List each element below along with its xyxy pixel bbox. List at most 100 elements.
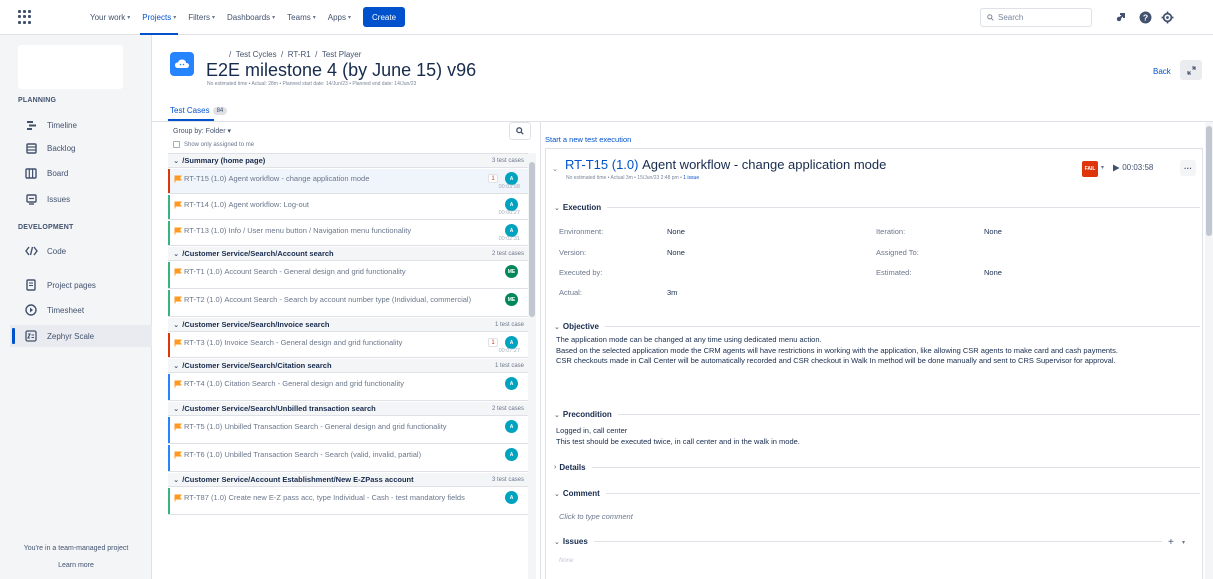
checkbox[interactable] — [173, 141, 180, 148]
test-case-row[interactable]: RT-T15 (1.0) Agent workflow - change app… — [168, 169, 528, 194]
nav-projects[interactable]: Projects ▾ — [136, 0, 182, 35]
sidebar-item-issues[interactable]: Issues — [10, 188, 152, 210]
search-input[interactable]: Search — [980, 8, 1092, 27]
start-new-execution-link[interactable]: Start a new test execution — [545, 135, 631, 144]
environment-value[interactable]: None — [667, 227, 685, 236]
status-bar — [168, 333, 170, 357]
sidebar-item-zephyr-scale[interactable]: Zephyr Scale — [10, 325, 152, 347]
test-key[interactable]: RT-T15 — [565, 157, 608, 172]
status-fail-button[interactable]: FAIL — [1082, 161, 1098, 177]
add-issue-icon[interactable]: + — [1168, 537, 1174, 548]
precondition-section-header[interactable]: ⌄ Precondition — [554, 410, 1200, 419]
test-case-row[interactable]: RT-T1 (1.0) Account Search - General des… — [168, 262, 528, 289]
group-by-dropdown[interactable]: Group by: Folder ▾ — [173, 127, 231, 135]
test-case-row[interactable]: RT-T4 (1.0) Citation Search - General de… — [168, 374, 528, 401]
search-icon — [516, 127, 524, 135]
chevron-down-icon[interactable]: ▾ — [1182, 539, 1185, 546]
execution-section-header[interactable]: ⌄ Execution — [554, 203, 1200, 212]
folder-header[interactable]: ⌄/Customer Service/Search/Invoice search… — [168, 318, 528, 332]
iteration-value[interactable]: None — [984, 227, 1002, 236]
test-case-text: RT-T3 (1.0) Invoice Search - General des… — [174, 338, 492, 347]
test-title: Agent workflow - change application mode — [642, 157, 887, 172]
app-switcher-icon[interactable] — [18, 10, 32, 24]
nav-items: Your work ▾ Projects ▾ Filters ▾ Dashboards… — [84, 0, 406, 35]
chevron-down-icon: ⌄ — [173, 361, 180, 370]
search-icon — [987, 14, 994, 21]
sidebar-item-code[interactable]: Code — [10, 240, 152, 262]
nav-dashboards[interactable]: Dashboards ▾ — [221, 0, 281, 35]
nav-your-work[interactable]: Your work ▾ — [84, 0, 136, 35]
actual-value[interactable]: 3m — [667, 288, 677, 297]
test-case-text: RT-T87 (1.0) Create new E-Z pass acc, ty… — [174, 493, 492, 502]
folder-header[interactable]: ⌄/Customer Service/Account Establishment… — [168, 473, 528, 487]
details-section-header[interactable]: › Details — [554, 463, 1200, 472]
issues-section-header[interactable]: ⌄ Issues — [554, 537, 1162, 546]
test-case-text: RT-T14 (1.0) Agent workflow: Log-out — [174, 200, 492, 209]
back-button[interactable]: Back — [1153, 67, 1171, 76]
status-bar — [168, 488, 170, 514]
breadcrumb-sep: / — [229, 50, 232, 59]
folder-header[interactable]: ⌄/Customer Service/Search/Unbilled trans… — [168, 402, 528, 416]
test-case-row[interactable]: RT-T6 (1.0) Unbilled Transaction Search … — [168, 445, 528, 472]
comment-input[interactable]: Click to type comment — [559, 512, 633, 521]
priority-flag-icon — [174, 227, 182, 234]
detail-scrollbar-thumb[interactable] — [1206, 126, 1212, 236]
issue-link[interactable]: 1 issue — [683, 175, 699, 181]
nav-filters[interactable]: Filters ▾ — [182, 0, 221, 35]
folder-header[interactable]: ⌄/Customer Service/Search/Account search… — [168, 247, 528, 261]
folder-header[interactable]: ⌄/Summary (home page) 3 test cases — [168, 154, 528, 168]
project-logo[interactable] — [18, 45, 123, 89]
learn-more-link[interactable]: Learn more — [0, 562, 152, 569]
sidebar-item-label: Board — [47, 168, 69, 178]
sidebar-item-label: Timesheet — [47, 305, 85, 315]
issue-count-badge[interactable]: 1 — [488, 338, 498, 347]
notifications-icon[interactable] — [1114, 10, 1128, 24]
sidebar-item-project-pages[interactable]: Project pages — [10, 274, 152, 296]
folder-header[interactable]: ⌄/Customer Service/Search/Citation searc… — [168, 359, 528, 373]
create-button[interactable]: Create — [363, 7, 406, 27]
version-value[interactable]: None — [667, 248, 685, 257]
sidebar-item-backlog[interactable]: Backlog — [10, 137, 152, 159]
test-case-row[interactable]: RT-T2 (1.0) Account Search - Search by a… — [168, 290, 528, 317]
board-icon — [24, 166, 38, 180]
sidebar-item-timeline[interactable]: Timeline — [10, 114, 152, 136]
breadcrumb-test-cycles[interactable]: Test Cycles — [236, 50, 277, 59]
sidebar-item-board[interactable]: Board — [10, 162, 152, 184]
test-case-row[interactable]: RT-T87 (1.0) Create new E-Z pass acc, ty… — [168, 488, 528, 515]
expand-button[interactable] — [1180, 60, 1202, 80]
nav-label: Filters — [188, 12, 210, 22]
breadcrumb-test-player[interactable]: Test Player — [322, 50, 362, 59]
chevron-down-icon: ▾ — [212, 14, 216, 21]
show-only-assigned-checkbox[interactable]: Show only assigned to me — [173, 141, 254, 148]
nav-apps[interactable]: Apps ▾ — [322, 0, 357, 35]
estimated-value[interactable]: None — [984, 268, 1002, 277]
chevron-down-icon[interactable]: ▾ — [1101, 164, 1104, 171]
breadcrumb-cycle[interactable]: RT-R1 — [288, 50, 311, 59]
test-case-row[interactable]: RT-T5 (1.0) Unbilled Transaction Search … — [168, 417, 528, 444]
test-case-text: RT-T2 (1.0) Account Search - Search by a… — [174, 295, 492, 304]
tab-test-cases[interactable]: Test Cases 84 — [170, 106, 228, 115]
test-version: (1.0) — [210, 226, 227, 235]
execution-timer[interactable]: 00:03:58 — [1112, 163, 1153, 172]
panel-divider[interactable] — [540, 122, 541, 579]
list-scrollbar-thumb[interactable] — [529, 162, 535, 317]
test-version: (1.0) — [206, 379, 223, 388]
list-search-button[interactable] — [509, 122, 531, 140]
help-icon[interactable]: ? — [1138, 10, 1152, 24]
settings-gear-icon[interactable] — [1160, 10, 1174, 24]
sidebar-item-timesheet[interactable]: Timesheet — [10, 299, 152, 321]
chevron-down-icon[interactable]: ⌄ — [552, 165, 558, 173]
comment-section-header[interactable]: ⌄ Comment — [554, 489, 1200, 498]
test-case-row[interactable]: RT-T3 (1.0) Invoice Search - General des… — [168, 333, 528, 358]
test-case-row[interactable]: RT-T14 (1.0) Agent workflow: Log-out A 00:… — [168, 195, 528, 220]
test-case-row[interactable]: RT-T13 (1.0) Info / User menu button / N… — [168, 221, 528, 246]
chevron-down-icon: ⌄ — [554, 323, 560, 331]
section-label: Objective — [562, 322, 599, 331]
objective-section-header[interactable]: ⌄ Objective — [554, 322, 1200, 331]
issue-count-badge[interactable]: 1 — [488, 174, 498, 183]
test-case-text: RT-T4 (1.0) Citation Search - General de… — [174, 379, 492, 388]
nav-teams[interactable]: Teams ▾ — [281, 0, 322, 35]
more-actions-button[interactable]: ··· — [1180, 160, 1196, 176]
execution-time: 00:02:31 — [498, 236, 520, 242]
chevron-down-icon: ▾ — [127, 14, 131, 21]
